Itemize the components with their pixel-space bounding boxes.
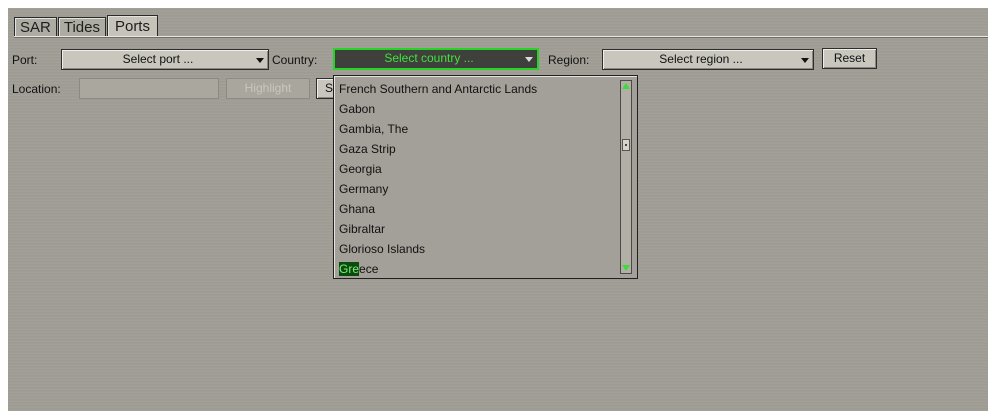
list-item[interactable]: Gabon xyxy=(339,99,617,119)
port-select[interactable]: Select port ... xyxy=(61,49,269,70)
list-item[interactable]: Gambia, The xyxy=(339,119,617,139)
highlight-button[interactable]: Highlight xyxy=(226,78,310,99)
region-select[interactable]: Select region ... xyxy=(602,49,814,70)
region-label: Region: xyxy=(548,53,590,67)
list-scrollbar[interactable] xyxy=(620,80,632,274)
list-item[interactable]: Glorioso Islands xyxy=(339,239,617,259)
list-item[interactable]: French Southern and Antarctic Lands xyxy=(339,79,617,99)
list-item-greece[interactable]: Greece xyxy=(339,259,617,279)
list-item[interactable]: Gibraltar xyxy=(339,219,617,239)
reset-button[interactable]: Reset xyxy=(822,48,877,69)
tab-divider-shadow xyxy=(14,37,988,38)
list-item[interactable]: Germany xyxy=(339,179,617,199)
list-item[interactable]: Gaza Strip xyxy=(339,139,617,159)
location-label: Location: xyxy=(12,82,61,96)
region-select-value: Select region ... xyxy=(659,52,743,66)
chevron-down-icon xyxy=(801,58,809,63)
chevron-down-icon xyxy=(256,58,264,63)
port-label: Port: xyxy=(12,53,38,67)
tab-bar: SAR Tides Ports xyxy=(14,15,159,37)
scrollbar-thumb[interactable] xyxy=(622,139,630,151)
tab-ports[interactable]: Ports xyxy=(106,15,158,37)
typed-match-highlight: Gre xyxy=(339,262,360,276)
country-select-value: Select country ... xyxy=(384,51,474,65)
ports-panel: SAR Tides Ports Port: Select port ... Co… xyxy=(8,8,988,411)
location-input[interactable] xyxy=(79,78,219,99)
country-dropdown-list[interactable]: French Southern and Antarctic Lands Gabo… xyxy=(333,75,638,279)
port-select-value: Select port ... xyxy=(122,52,194,66)
country-select[interactable]: Select country ... xyxy=(333,48,539,70)
list-item[interactable]: Georgia xyxy=(339,159,617,179)
scroll-down-arrow-icon[interactable] xyxy=(621,263,631,273)
tab-sar[interactable]: SAR xyxy=(14,17,57,37)
list-item-rest: ece xyxy=(359,262,379,276)
scroll-up-arrow-icon[interactable] xyxy=(621,81,631,91)
country-label: Country: xyxy=(272,53,318,67)
chevron-down-icon xyxy=(525,57,533,62)
list-item[interactable]: Ghana xyxy=(339,199,617,219)
tab-tides[interactable]: Tides xyxy=(57,17,106,37)
